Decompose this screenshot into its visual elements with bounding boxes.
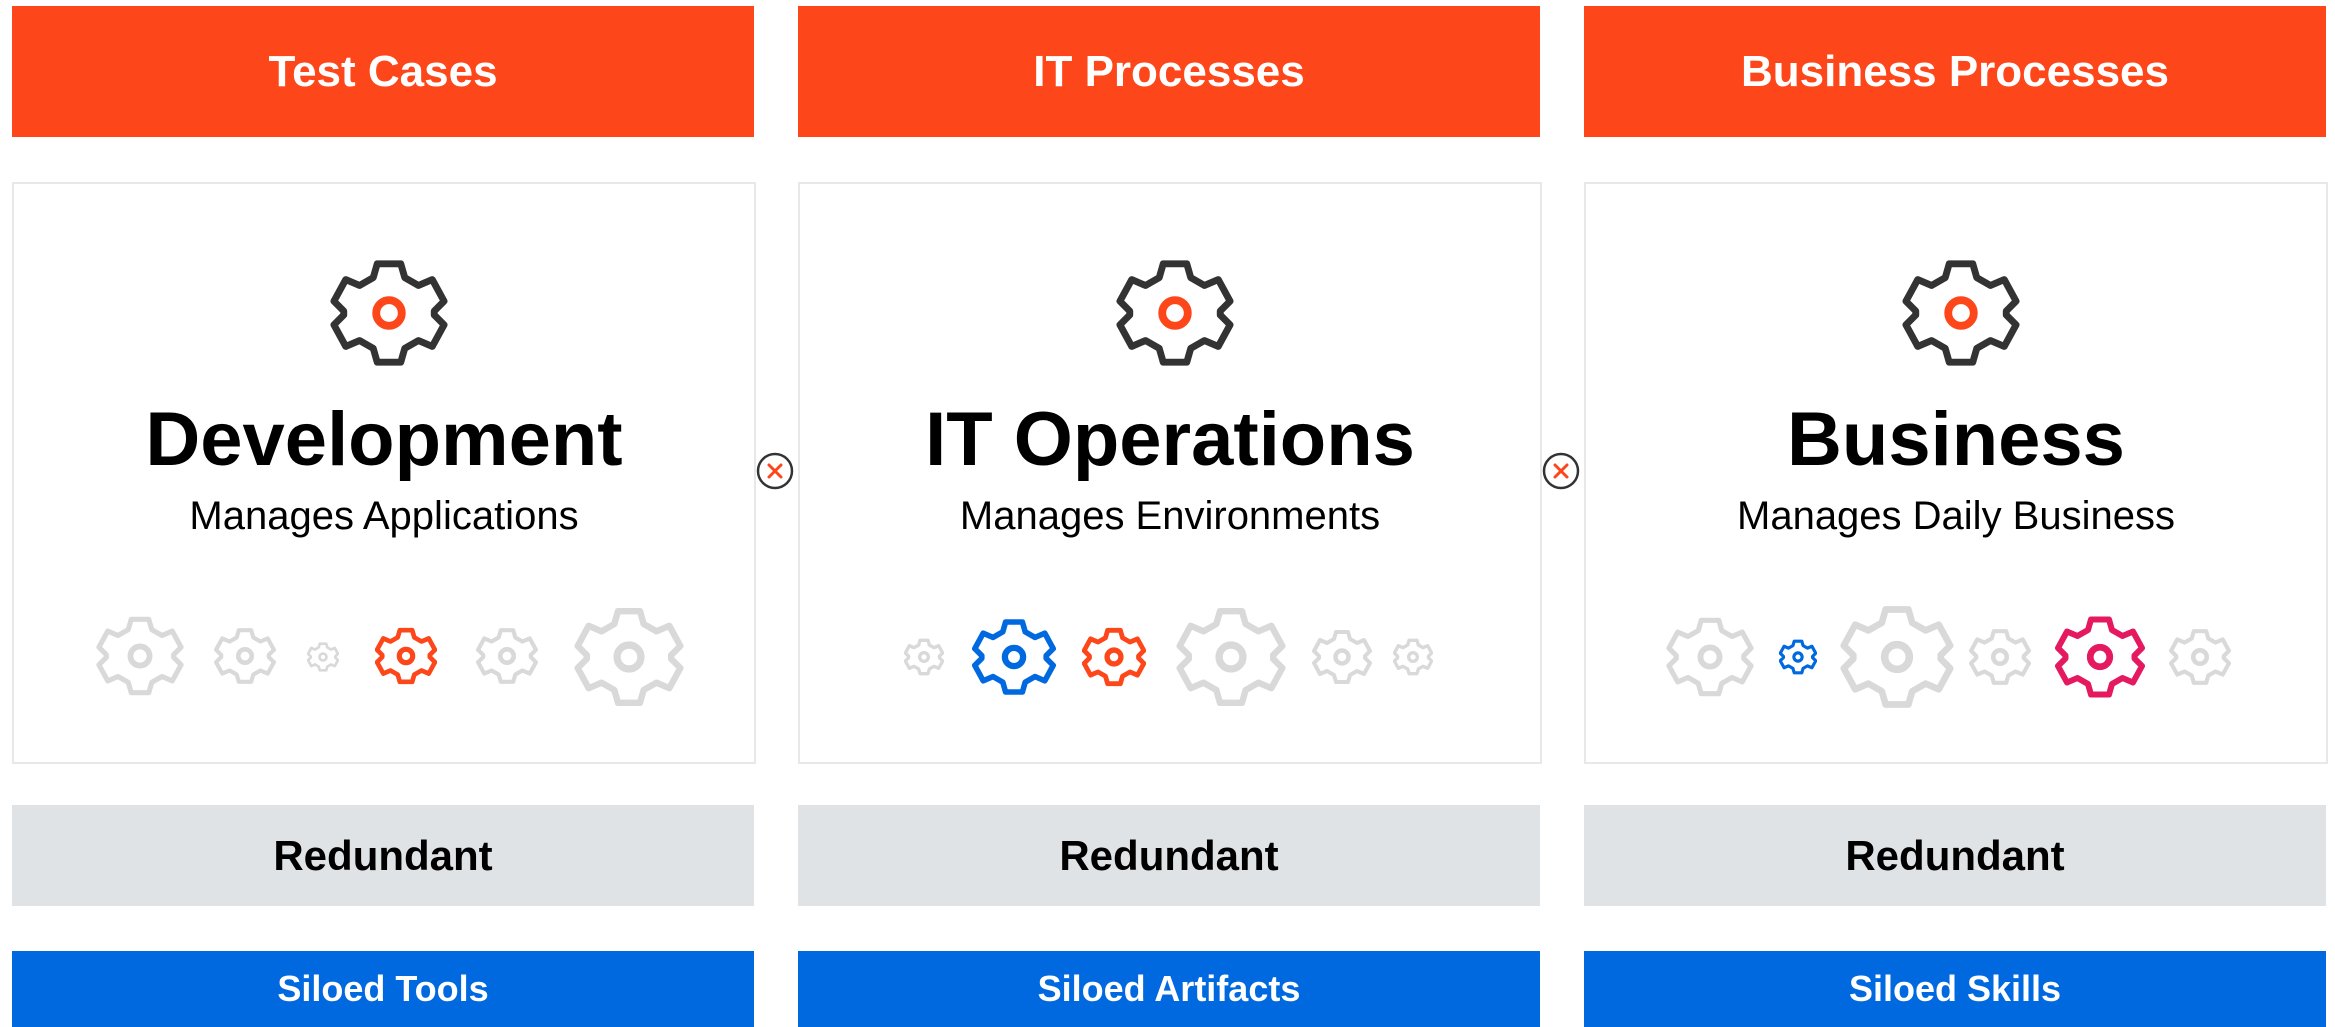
redundant-label: Redundant xyxy=(12,805,754,906)
column-it-operations: IT Processes IT Operations Manages Envir… xyxy=(798,0,1542,1027)
x-circle-icon xyxy=(756,452,794,490)
team-title: IT Operations xyxy=(925,397,1415,482)
x-circle-icon xyxy=(1542,452,1580,490)
team-title: Development xyxy=(145,397,623,482)
gear-faded-icon xyxy=(1176,607,1286,707)
redundant-label: Redundant xyxy=(1584,805,2326,906)
team-subtitle: Manages Environments xyxy=(959,494,1381,538)
gear-faded-icon xyxy=(1840,606,1954,708)
siloed-label: Siloed Artifacts xyxy=(798,951,1540,1027)
gear-faded-icon xyxy=(904,638,944,676)
column-header: Business Processes xyxy=(1584,6,2326,137)
gear-faded-icon xyxy=(1666,617,1754,697)
team-subtitle: Manages Daily Business xyxy=(1737,494,2175,538)
gear-faded-icon xyxy=(1393,638,1433,676)
gear-faded-icon xyxy=(1312,630,1372,684)
gear-faded-icon xyxy=(96,616,184,696)
gear-faded-icon xyxy=(307,642,339,672)
column-header: IT Processes xyxy=(798,6,1540,137)
gear-pink-icon xyxy=(2055,616,2145,698)
gear-row xyxy=(800,584,1540,707)
team-card: IT Operations Manages Environments xyxy=(798,182,1542,764)
gear-icon xyxy=(1116,260,1234,366)
gear-faded-icon xyxy=(476,628,538,684)
team-card: Business Manages Daily Business xyxy=(1584,182,2328,764)
column-header: Test Cases xyxy=(12,6,754,137)
gear-faded-icon xyxy=(574,607,684,707)
column-business: Business Processes Business Manages Dail… xyxy=(1584,0,2328,1027)
team-subtitle: Manages Applications xyxy=(189,494,579,538)
siloed-label: Siloed Tools xyxy=(12,951,754,1027)
redundant-label: Redundant xyxy=(798,805,1540,906)
gear-orange-icon xyxy=(375,627,437,685)
column-development: Test Cases Development Manages Applicati… xyxy=(12,0,756,1027)
gear-faded-icon xyxy=(2169,629,2231,685)
gear-faded-icon xyxy=(1969,629,2031,685)
gear-blue-icon xyxy=(972,619,1056,695)
gear-orange-icon xyxy=(1082,627,1146,687)
gear-blue-icon xyxy=(1779,639,1817,675)
team-title: Business xyxy=(1787,397,2125,482)
gear-faded-icon xyxy=(214,628,276,684)
team-card: Development Manages Applications xyxy=(12,182,756,764)
gear-row xyxy=(1586,584,2326,708)
gear-icon xyxy=(1902,260,2020,366)
gear-row xyxy=(14,584,754,707)
siloed-label: Siloed Skills xyxy=(1584,951,2326,1027)
gear-icon xyxy=(330,260,448,366)
